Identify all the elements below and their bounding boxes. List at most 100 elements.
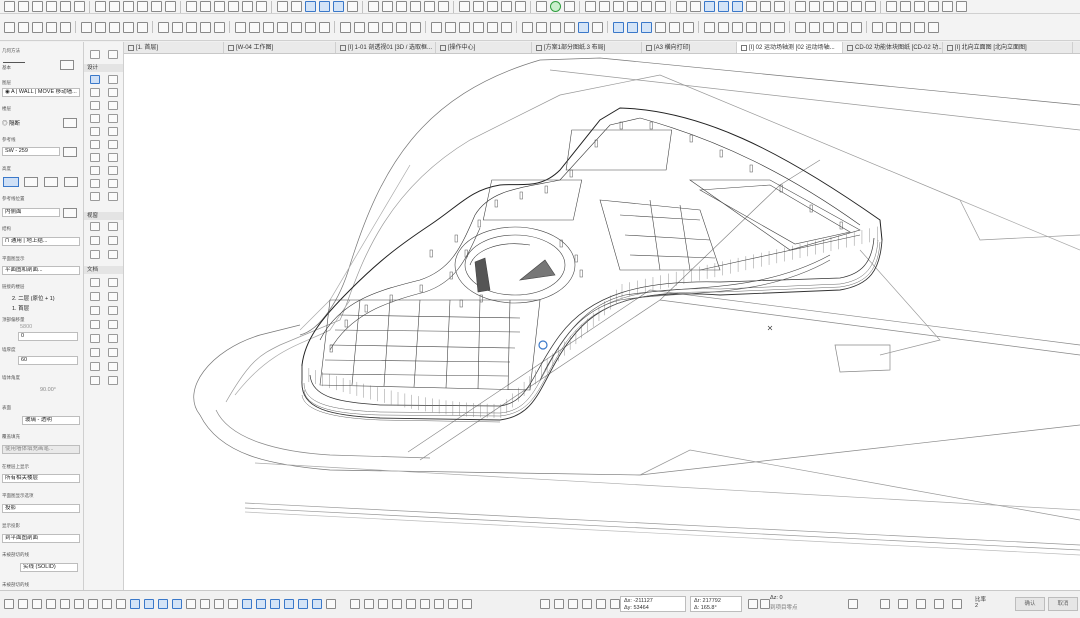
toolbar-tool-icon[interactable] xyxy=(563,21,575,33)
toolbar-tool-icon[interactable] xyxy=(794,21,806,33)
status-bar-tool-icon[interactable] xyxy=(596,599,606,609)
status-bar-tool-icon[interactable] xyxy=(298,599,308,609)
toolbar-tool-icon[interactable] xyxy=(549,1,561,12)
toolbar-tool-icon[interactable] xyxy=(549,21,561,33)
toolbar-tool-icon[interactable] xyxy=(332,1,344,12)
toolbar-tool-icon[interactable] xyxy=(535,1,547,12)
toolbar-tool-icon[interactable] xyxy=(899,21,911,33)
toolbar-tool-icon[interactable] xyxy=(745,21,757,33)
toolbar-tool-icon[interactable] xyxy=(199,21,211,33)
toolbox-tool-icon[interactable] xyxy=(90,278,100,287)
toolbar-tool-icon[interactable] xyxy=(409,1,421,12)
toolbar-tool-icon[interactable] xyxy=(850,21,862,33)
status-bar-tool-icon[interactable] xyxy=(420,599,430,609)
toolbox-tool-icon[interactable] xyxy=(108,362,118,371)
toolbar-tool-icon[interactable] xyxy=(94,1,106,12)
toolbox-tool-icon[interactable] xyxy=(108,292,118,301)
toolbar-tool-icon[interactable] xyxy=(794,1,806,12)
toolbar-tool-icon[interactable] xyxy=(409,21,421,33)
toolbar-tool-icon[interactable] xyxy=(381,21,393,33)
status-bar-tool-icon[interactable] xyxy=(172,599,182,609)
toolbar-tool-icon[interactable] xyxy=(339,21,351,33)
toolbox-tool-icon[interactable] xyxy=(90,75,100,84)
toolbar-tool-icon[interactable] xyxy=(108,21,120,33)
toolbar-tool-icon[interactable] xyxy=(213,1,225,12)
status-bar-tool-icon[interactable] xyxy=(228,599,238,609)
toolbox-tool-icon[interactable] xyxy=(90,140,100,149)
design-section-header[interactable]: 设计 xyxy=(84,64,123,72)
toolbar-tool-icon[interactable] xyxy=(136,21,148,33)
toolbar-tool-icon[interactable] xyxy=(444,21,456,33)
toolbar-tool-icon[interactable] xyxy=(850,1,862,12)
status-bar-tool-icon[interactable] xyxy=(312,599,322,609)
view-tab[interactable]: [方案1部分图纸.3 布局] xyxy=(532,42,642,53)
toolbar-tool-icon[interactable] xyxy=(353,21,365,33)
status-bar-tool-icon[interactable] xyxy=(934,599,944,609)
toolbar-tool-icon[interactable] xyxy=(346,1,358,12)
toolbox-tool-icon[interactable] xyxy=(90,179,100,188)
status-bar-tool-icon[interactable] xyxy=(462,599,472,609)
toolbar-tool-icon[interactable] xyxy=(773,1,785,12)
toolbox-tool-icon[interactable] xyxy=(90,362,100,371)
toolbar-tool-icon[interactable] xyxy=(423,1,435,12)
toolbox-tool-icon[interactable] xyxy=(90,320,100,329)
toolbar-tool-icon[interactable] xyxy=(486,1,498,12)
status-bar-tool-icon[interactable] xyxy=(880,599,890,609)
toolbar-tool-icon[interactable] xyxy=(241,1,253,12)
toolbar-tool-icon[interactable] xyxy=(731,1,743,12)
favorites-icon[interactable] xyxy=(63,118,77,128)
status-bar-tool-icon[interactable] xyxy=(88,599,98,609)
override-field[interactable]: 使用墙体填充画笔... xyxy=(2,445,80,454)
toolbox-tool-icon[interactable] xyxy=(90,334,100,343)
status-bar-tool-icon[interactable] xyxy=(4,599,14,609)
view-tab[interactable]: [操作中心] xyxy=(436,42,532,53)
toolbar-tool-icon[interactable] xyxy=(773,21,785,33)
status-bar-tool-icon[interactable] xyxy=(60,599,70,609)
status-bar-tool-icon[interactable] xyxy=(760,599,770,609)
toolbox-tool-icon[interactable] xyxy=(108,75,118,84)
toolbar-tool-icon[interactable] xyxy=(367,1,379,12)
toolbar-tool-icon[interactable] xyxy=(157,21,169,33)
toolbar-tool-icon[interactable] xyxy=(836,1,848,12)
toolbar-tool-icon[interactable] xyxy=(227,1,239,12)
3d-axonometric-canvas[interactable] xyxy=(124,54,1080,590)
toolbar-tool-icon[interactable] xyxy=(955,1,967,12)
status-bar-tool-icon[interactable] xyxy=(284,599,294,609)
toolbox-tool-icon[interactable] xyxy=(90,306,100,315)
toolbar-tool-icon[interactable] xyxy=(458,1,470,12)
toolbar-tool-icon[interactable] xyxy=(871,21,883,33)
view-tab[interactable]: [I] 02 运动场轴测 [02 运动场轴... xyxy=(737,42,843,53)
toolbar-tool-icon[interactable] xyxy=(73,1,85,12)
toolbar-tool-icon[interactable] xyxy=(577,21,589,33)
toolbar-tool-icon[interactable] xyxy=(591,21,603,33)
toolbar-tool-icon[interactable] xyxy=(682,21,694,33)
toolbox-tool-icon[interactable] xyxy=(90,127,100,136)
status-bar-tool-icon[interactable] xyxy=(200,599,210,609)
status-bar-tool-icon[interactable] xyxy=(748,599,758,609)
toolbar-tool-icon[interactable] xyxy=(731,21,743,33)
toolbar-tool-icon[interactable] xyxy=(381,1,393,12)
reference-line-field[interactable]: SW - 259 xyxy=(2,147,60,156)
status-bar-tool-icon[interactable] xyxy=(952,599,962,609)
toolbar-tool-icon[interactable] xyxy=(703,1,715,12)
toolbox-tool-icon[interactable] xyxy=(90,166,100,175)
toolbar-tool-icon[interactable] xyxy=(3,21,15,33)
toolbar-tool-icon[interactable] xyxy=(759,1,771,12)
toolbar-tool-icon[interactable] xyxy=(171,21,183,33)
toolbar-tool-icon[interactable] xyxy=(290,21,302,33)
toolbar-tool-icon[interactable] xyxy=(822,1,834,12)
status-bar-tool-icon[interactable] xyxy=(448,599,458,609)
status-bar-tool-icon[interactable] xyxy=(392,599,402,609)
toolbox-tool-icon[interactable] xyxy=(90,348,100,357)
toolbar-tool-icon[interactable] xyxy=(45,21,57,33)
status-bar-tool-icon[interactable] xyxy=(130,599,140,609)
toolbar-tool-icon[interactable] xyxy=(514,1,526,12)
toolbox-tool-icon[interactable] xyxy=(108,192,118,201)
status-bar-tool-icon[interactable] xyxy=(540,599,550,609)
toolbar-tool-icon[interactable] xyxy=(395,1,407,12)
toolbox-tool-icon[interactable] xyxy=(90,292,100,301)
view-tab[interactable]: [W-04 工作图] xyxy=(224,42,336,53)
status-bar-tool-icon[interactable] xyxy=(186,599,196,609)
status-bar-tool-icon[interactable] xyxy=(364,599,374,609)
toolbar-tool-icon[interactable] xyxy=(598,1,610,12)
